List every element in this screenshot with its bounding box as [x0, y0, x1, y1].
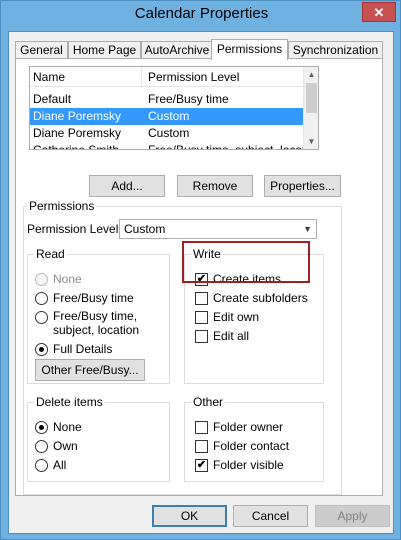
window-title: Calendar Properties [134, 5, 269, 22]
list-item-level: Custom [148, 126, 190, 140]
column-separator[interactable] [141, 67, 142, 87]
read-freebusy-subject-radio[interactable] [35, 311, 48, 324]
read-none-label: None [53, 272, 82, 286]
folder-contact-label: Folder contact [213, 439, 290, 453]
ok-button[interactable]: OK [152, 505, 227, 527]
tab-synchronization[interactable]: Synchronization [288, 41, 383, 59]
permissions-list[interactable]: Name Permission Level Default Free/Busy … [29, 66, 319, 150]
permission-level-label: Permission Level: [27, 222, 122, 236]
list-item-level: Free/Busy time, subject, location [148, 143, 303, 150]
permission-level-value: Custom [124, 222, 166, 236]
read-freebusy-subject-label-2: subject, location [53, 323, 140, 337]
edit-own-checkbox[interactable] [195, 311, 208, 324]
read-full-details-label: Full Details [53, 342, 113, 356]
add-button[interactable]: Add... [89, 175, 165, 197]
edit-all-label: Edit all [213, 329, 250, 343]
scrollbar-thumb[interactable] [306, 83, 317, 113]
remove-button[interactable]: Remove [177, 175, 253, 197]
apply-button[interactable]: Apply [315, 505, 390, 527]
list-item-name: Catherine Smith [33, 143, 120, 150]
read-freebusy-radio[interactable] [35, 292, 48, 305]
edit-all-checkbox[interactable] [195, 330, 208, 343]
other-group-label: Other [191, 395, 226, 409]
delete-items-group-label: Delete items [34, 395, 105, 409]
cancel-button[interactable]: Cancel [233, 505, 308, 527]
read-group-label: Read [34, 247, 67, 261]
read-freebusy-label: Free/Busy time [53, 291, 134, 305]
tab-home-page[interactable]: Home Page [68, 41, 141, 59]
delete-items-group: Delete items None Own All [27, 395, 170, 482]
list-item-name: Diane Poremsky [33, 126, 122, 140]
list-item-selected[interactable]: Diane Poremsky Custom [30, 108, 304, 125]
tab-general[interactable]: General [15, 41, 68, 59]
tab-autoarchive[interactable]: AutoArchive [141, 41, 213, 59]
list-item-name: Diane Poremsky [33, 109, 122, 123]
other-freebusy-button[interactable]: Other Free/Busy... [35, 359, 145, 381]
title-bar: Calendar Properties ✕ [1, 1, 401, 31]
other-group: Other Folder owner Folder contact ✔ Fold… [184, 395, 324, 482]
delete-all-radio[interactable] [35, 459, 48, 472]
annotation-highlight-box [182, 241, 310, 283]
read-group: Read None Free/Busy time Free/Busy time,… [27, 247, 170, 384]
permissions-panel: Name Permission Level Default Free/Busy … [15, 58, 383, 496]
list-item-name: Default [33, 92, 72, 106]
radio-dot [39, 347, 44, 352]
delete-own-radio[interactable] [35, 440, 48, 453]
list-item-level: Free/Busy time [148, 92, 229, 106]
list-item[interactable]: Catherine Smith Free/Busy time, subject,… [30, 142, 304, 150]
arrow-up-icon[interactable]: ▲ [304, 67, 318, 82]
chevron-down-icon: ▼ [303, 224, 312, 234]
list-item[interactable]: Default Free/Busy time [30, 91, 304, 108]
properties-button[interactable]: Properties... [264, 175, 341, 197]
radio-dot [39, 425, 44, 430]
column-name[interactable]: Name [33, 70, 65, 84]
tab-permissions[interactable]: Permissions [211, 39, 288, 60]
folder-owner-label: Folder owner [213, 420, 284, 434]
create-subfolders-label: Create subfolders [213, 291, 308, 305]
column-permission-level[interactable]: Permission Level [148, 70, 239, 84]
close-icon: ✕ [373, 5, 385, 20]
properties-dialog: Calendar Properties ✕ General Home Page … [0, 0, 401, 540]
folder-contact-checkbox[interactable] [195, 440, 208, 453]
list-item[interactable]: Diane Poremsky Custom [30, 125, 304, 142]
folder-owner-checkbox[interactable] [195, 421, 208, 434]
read-none-radio[interactable] [35, 273, 48, 286]
edit-own-label: Edit own [213, 310, 260, 324]
read-freebusy-subject-label-1: Free/Busy time, [53, 309, 138, 323]
arrow-down-icon[interactable]: ▼ [304, 134, 318, 149]
delete-own-label: Own [53, 439, 78, 453]
dialog-client-area: General Home Page AutoArchive Permission… [8, 31, 394, 534]
close-button[interactable]: ✕ [362, 2, 396, 22]
list-item-level: Custom [148, 109, 190, 123]
read-full-details-radio[interactable] [35, 343, 48, 356]
permissions-group-label: Permissions [27, 199, 97, 213]
list-header: Name Permission Level [30, 67, 304, 87]
delete-all-label: All [53, 458, 67, 472]
delete-none-label: None [53, 420, 82, 434]
folder-visible-checkbox[interactable]: ✔ [195, 459, 208, 472]
folder-visible-label: Folder visible [213, 458, 284, 472]
delete-none-radio[interactable] [35, 421, 48, 434]
list-scrollbar[interactable]: ▲ ▼ [303, 67, 318, 149]
permission-level-dropdown[interactable]: Custom ▼ [119, 219, 317, 239]
create-subfolders-checkbox[interactable] [195, 292, 208, 305]
